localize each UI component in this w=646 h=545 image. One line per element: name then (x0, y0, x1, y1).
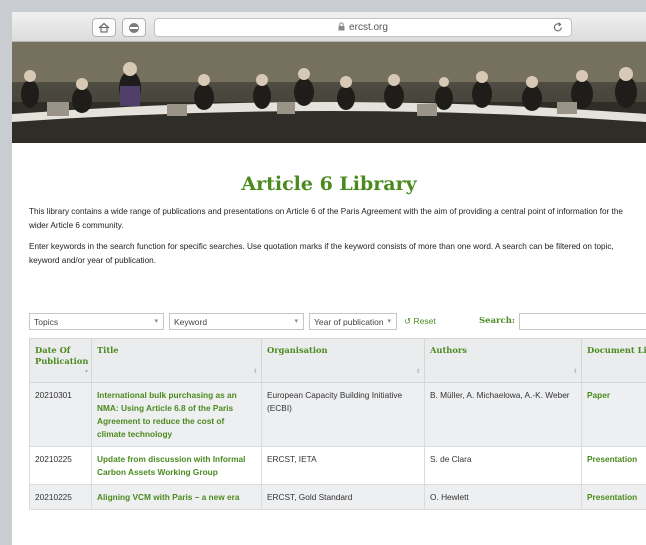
reload-icon[interactable] (553, 22, 563, 36)
intro-paragraph: This library contains a wide range of pu… (29, 207, 623, 230)
cell-organisation: ERCST, IETA (261, 446, 425, 485)
year-dropdown[interactable]: Year of publication ▾ (309, 313, 397, 330)
sort-icon: ▾ (84, 368, 88, 375)
home-icon (98, 22, 110, 33)
filter-bar: Topics ▾ Keyword ▾ Year of publication ▾… (29, 313, 646, 330)
reset-icon: ↺ (404, 316, 412, 326)
column-header-date[interactable]: Date Of Publication ▾ (29, 338, 92, 383)
table-row: 20210225 Update from discussion with Inf… (29, 446, 646, 485)
page-title: Article 6 Library (241, 173, 417, 195)
cell-title: Aligning VCM with Paris – a new era (91, 484, 262, 510)
cell-organisation: ERCST, Gold Standard (261, 484, 425, 510)
sort-icon: ⇕ (252, 368, 258, 375)
sort-icon: ⇕ (572, 368, 578, 375)
document-link[interactable]: Presentation (587, 454, 637, 464)
library-table: Date Of Publication ▾ Title ⇕ Organisation… (29, 338, 646, 510)
chevron-down-icon: ▾ (387, 318, 391, 325)
document-link[interactable]: Paper (587, 390, 610, 400)
hero-banner-photo (12, 42, 646, 143)
column-header-document-link[interactable]: Document Link (581, 338, 646, 383)
address-bar[interactable]: ercst.org (154, 18, 572, 37)
cell-organisation: European Capacity Building Initiative (E… (261, 382, 425, 447)
cell-authors: S. de Clara (424, 446, 582, 485)
cell-title: International bulk purchasing as an NMA:… (91, 382, 262, 447)
column-header-title[interactable]: Title ⇕ (91, 338, 262, 383)
keyword-dropdown[interactable]: Keyword ▾ (169, 313, 304, 330)
home-button[interactable] (92, 18, 116, 37)
topics-dropdown[interactable]: Topics ▾ (29, 313, 164, 330)
cell-authors: B. Müller, A. Michaelowa, A.-K. Weber (424, 382, 582, 447)
chevron-down-icon: ▾ (154, 318, 158, 325)
column-header-organisation[interactable]: Organisation ⇕ (261, 338, 425, 383)
search-label: Search: (479, 316, 516, 326)
browser-toolbar: ercst.org (12, 12, 646, 42)
browser-window: ercst.org Article 6 Library This library… (12, 12, 646, 545)
cell-document-link: Presentation (581, 484, 646, 510)
main-content: Article 6 Library This library contains … (12, 173, 646, 267)
table-row: 20210301 International bulk purchasing a… (29, 382, 646, 447)
chevron-down-icon: ▾ (294, 318, 298, 325)
extension-button[interactable] (122, 18, 146, 37)
cell-date: 20210301 (29, 382, 92, 447)
cell-date: 20210225 (29, 484, 92, 510)
extension-icon (128, 22, 140, 34)
search-help-paragraph: Enter keywords in the search function fo… (29, 242, 614, 265)
reset-button[interactable]: ↺ Reset (404, 316, 436, 327)
cell-document-link: Paper (581, 382, 646, 447)
sort-icon: ⇕ (415, 368, 421, 375)
table-header-row: Date Of Publication ▾ Title ⇕ Organisation… (29, 338, 646, 383)
table-row: 20210225 Aligning VCM with Paris – a new… (29, 484, 646, 510)
lock-icon (338, 21, 345, 34)
cell-date: 20210225 (29, 446, 92, 485)
url-text: ercst.org (349, 22, 388, 33)
cell-title: Update from discussion with Informal Car… (91, 446, 262, 485)
column-header-authors[interactable]: Authors ⇕ (424, 338, 582, 383)
cell-document-link: Presentation (581, 446, 646, 485)
search-input[interactable] (519, 313, 646, 330)
cell-authors: O. Hewlett (424, 484, 582, 510)
document-link[interactable]: Presentation (587, 492, 637, 502)
